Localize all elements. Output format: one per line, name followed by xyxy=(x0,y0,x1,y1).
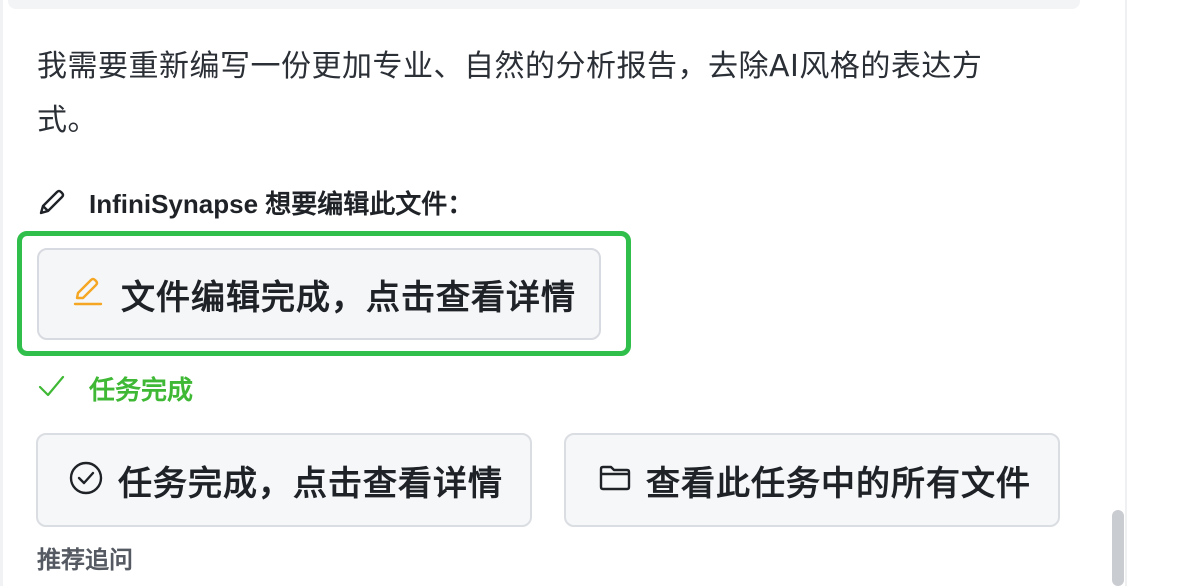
scrollbar[interactable] xyxy=(1106,0,1124,586)
scrollbar-thumb[interactable] xyxy=(1112,510,1124,586)
task-status-label: 任务完成 xyxy=(89,375,194,406)
edit-notice: InfiniSynapse 想要编辑此文件： xyxy=(37,182,473,222)
edit-notice-text: InfiniSynapse 想要编辑此文件： xyxy=(89,188,474,219)
assistant-message: 我需要重新编写一份更加专业、自然的分析报告，去除AI风格的表达方式。 xyxy=(37,49,983,138)
file-edit-button-label: 文件编辑完成，点击查看详情 xyxy=(121,277,576,318)
chat-panel: 我需要重新编写一份更加专业、自然的分析报告，去除AI风格的表达方式。 Infin… xyxy=(0,0,1184,586)
check-icon xyxy=(37,372,65,404)
task-details-button[interactable]: 任务完成，点击查看详情 xyxy=(36,433,532,527)
suggestions-title: 推荐追问 xyxy=(37,546,133,574)
edit-icon xyxy=(71,275,105,313)
check-circle-icon xyxy=(68,460,104,500)
file-edit-details-button[interactable]: 文件编辑完成，点击查看详情 xyxy=(37,248,601,340)
view-all-files-button[interactable]: 查看此任务中的所有文件 xyxy=(564,433,1060,527)
left-border xyxy=(0,0,3,586)
pencil-icon xyxy=(37,187,67,217)
task-status: 任务完成 xyxy=(37,366,193,410)
panel-divider xyxy=(1125,0,1127,586)
folder-icon xyxy=(598,461,632,499)
previous-message-strip xyxy=(8,0,1080,9)
view-all-files-button-label: 查看此任务中的所有文件 xyxy=(646,463,1031,504)
task-details-button-label: 任务完成，点击查看详情 xyxy=(118,463,503,504)
